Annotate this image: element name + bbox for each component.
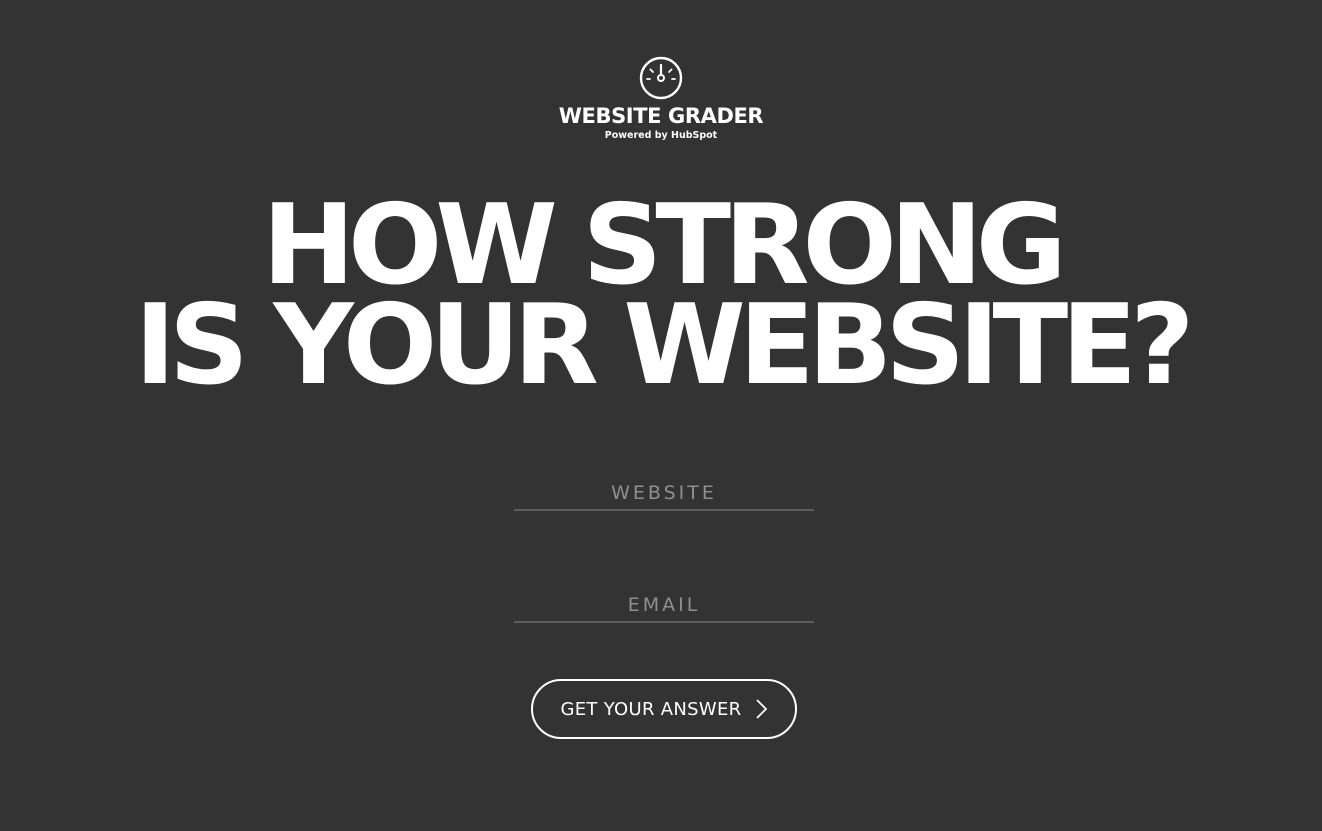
- get-your-answer-label: GET YOUR ANSWER: [560, 698, 742, 720]
- logo-subtitle: Powered by HubSpot: [604, 130, 718, 141]
- get-your-answer-button[interactable]: GET YOUR ANSWER: [531, 679, 797, 739]
- email-input[interactable]: [514, 589, 814, 621]
- website-field: [514, 477, 814, 511]
- chevron-right-icon: [755, 699, 767, 719]
- logo[interactable]: WEBSITE GRADER Powered by HubSpot: [0, 56, 1322, 142]
- website-input[interactable]: [514, 477, 814, 509]
- email-field: [514, 589, 814, 623]
- headline: HOW STRONG IS YOUR WEBSITE?: [0, 190, 1322, 410]
- speedometer-icon: [639, 56, 683, 100]
- page: WEBSITE GRADER Powered by HubSpot HOW ST…: [0, 0, 1322, 831]
- headline-line-2: IS YOUR WEBSITE?: [134, 281, 1195, 410]
- logo-title: WEBSITE GRADER: [558, 104, 764, 128]
